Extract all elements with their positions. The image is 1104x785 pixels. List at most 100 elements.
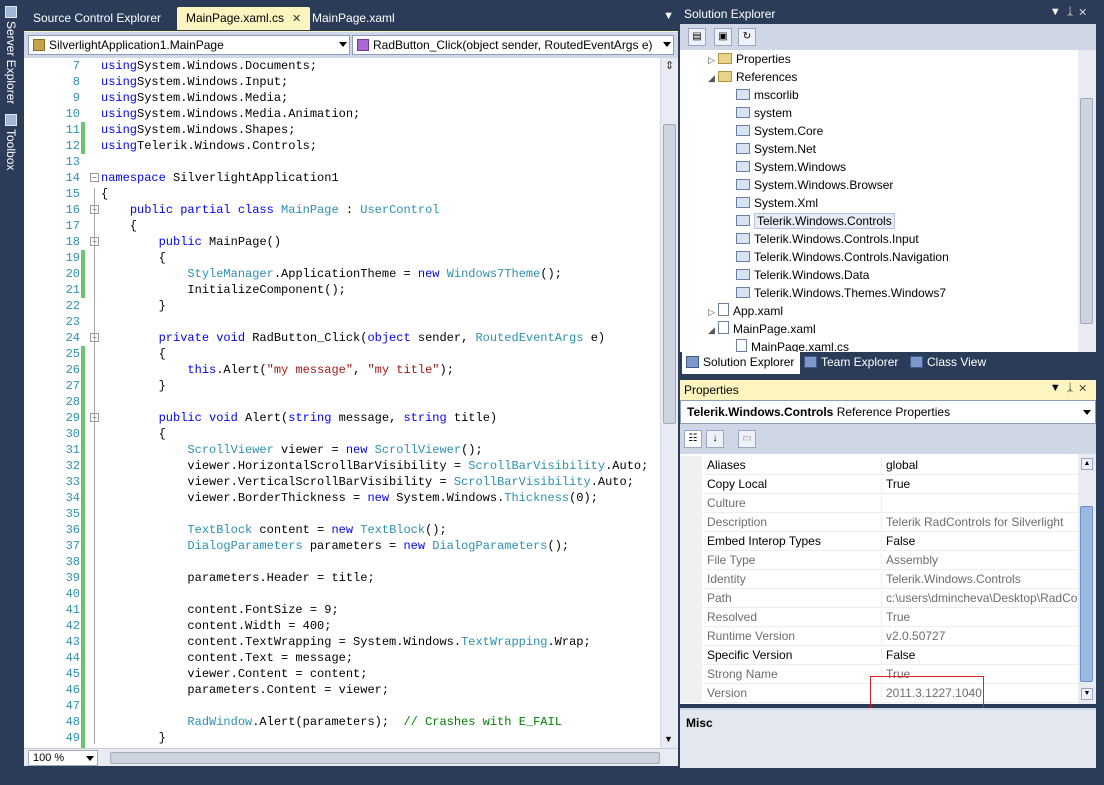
tree-scrollbar[interactable] — [1078, 50, 1096, 352]
property-pages-button[interactable]: ▭ — [738, 430, 756, 448]
tree-item[interactable]: System.Windows — [726, 158, 846, 176]
properties-view-button[interactable]: ▤ — [688, 28, 706, 46]
close-icon[interactable]: ✕ — [1079, 382, 1092, 394]
property-value[interactable]: True — [881, 477, 1077, 493]
close-icon[interactable]: ✕ — [292, 13, 301, 25]
show-all-files-button[interactable]: ▣ — [714, 28, 732, 46]
refresh-button[interactable]: ↻ — [738, 28, 756, 46]
categorized-button[interactable]: ☷ — [684, 430, 702, 448]
scroll-up-icon[interactable]: ▲ — [1081, 458, 1093, 470]
scroll-thumb[interactable] — [1080, 506, 1093, 682]
tree-item-label: References — [736, 70, 798, 84]
expander-icon[interactable]: ◢ — [708, 321, 718, 339]
alphabetical-button[interactable]: ↓ — [706, 430, 724, 448]
property-row[interactable]: Culture — [680, 494, 1078, 513]
code-line: content.Text = message; — [101, 650, 353, 666]
scroll-down-icon[interactable]: ▼ — [1081, 688, 1093, 700]
code-token: parameters = — [302, 539, 404, 553]
server-explorer-tab[interactable]: Server Explorer — [2, 4, 20, 104]
property-row[interactable]: Specific Version False — [680, 646, 1078, 665]
tree-item[interactable]: Telerik.Windows.Themes.Windows7 — [726, 284, 946, 302]
scroll-thumb[interactable] — [1080, 98, 1093, 324]
tab-source-control-explorer[interactable]: Source Control Explorer — [24, 7, 170, 30]
code-line: usingSystem.Windows.Documents; — [101, 58, 317, 74]
tree-item[interactable]: System.Core — [726, 122, 823, 140]
tree-item-label: System.Core — [754, 124, 824, 138]
tab-dropdown-icon[interactable]: ▼ — [663, 10, 674, 22]
horizontal-scroll-thumb[interactable] — [110, 752, 660, 764]
property-row[interactable]: Copy Local True — [680, 475, 1078, 494]
line-number: 41 — [65, 603, 80, 617]
chevron-down-icon — [663, 42, 671, 47]
reference-icon — [736, 287, 750, 298]
tab-team-explorer[interactable]: Team Explorer — [800, 352, 904, 374]
property-object-combo[interactable]: Telerik.Windows.Controls Reference Prope… — [680, 400, 1096, 424]
property-value[interactable]: False — [881, 534, 1077, 550]
property-value[interactable]: False — [881, 648, 1077, 664]
tree-item[interactable]: mscorlib — [726, 86, 799, 104]
tree-item[interactable]: Telerik.Windows.Controls — [726, 212, 895, 230]
tree-item[interactable]: System.Net — [726, 140, 816, 158]
scroll-down-icon[interactable]: ▼ — [664, 734, 673, 744]
pin-icon[interactable]: ᛣ — [1067, 382, 1080, 394]
property-row[interactable]: Path c:\users\dmincheva\Desktop\RadCo — [680, 589, 1078, 608]
tree-item[interactable]: MainPage.xaml.cs — [726, 338, 849, 352]
tree-item[interactable]: ▷ Properties — [708, 50, 791, 68]
code-token: .Auto; — [605, 459, 649, 473]
code-token: TextBlock — [187, 523, 253, 537]
splitter-handle-icon[interactable]: ⇕ — [663, 60, 676, 74]
property-row[interactable]: Identity Telerik.Windows.Controls — [680, 570, 1078, 589]
scroll-thumb[interactable] — [663, 124, 676, 424]
code-token: TextWrapping — [461, 635, 548, 649]
code-line: usingSystem.Windows.Media; — [101, 90, 288, 106]
tab-solution-explorer[interactable]: Solution Explorer — [682, 352, 801, 374]
tree-item[interactable]: ▷ App.xaml — [708, 302, 783, 320]
code-token: .Alert(parameters); — [252, 715, 404, 729]
code-token: viewer.Content = content; — [101, 667, 368, 681]
member-combo[interactable]: RadButton_Click(object sender, RoutedEve… — [352, 35, 674, 55]
tree-item[interactable]: ◢ References — [708, 68, 797, 86]
code-line: { — [101, 218, 137, 234]
solution-explorer-toolbar: ▤ ▣ ↻ — [680, 24, 1096, 50]
code-token: DialogParameters — [432, 539, 548, 553]
code-line: parameters.Content = viewer; — [101, 682, 389, 698]
editor-vertical-scrollbar[interactable]: ⇕ ▼ — [660, 58, 678, 748]
property-grid-scrollbar[interactable]: ▲ ▼ — [1078, 454, 1096, 704]
expander-icon[interactable]: ◢ — [708, 69, 718, 87]
expander-icon[interactable]: ▷ — [708, 51, 718, 69]
property-row[interactable]: Aliases global — [680, 456, 1078, 475]
expander-icon[interactable]: ▷ — [708, 303, 718, 321]
property-value[interactable]: global — [881, 458, 1077, 474]
tab-class-view[interactable]: Class View — [906, 352, 992, 374]
dropdown-icon[interactable]: ▼ — [1050, 382, 1067, 394]
property-margin — [680, 475, 702, 494]
property-margin — [680, 589, 702, 608]
toolbox-tab[interactable]: Toolbox — [2, 112, 20, 170]
code-area[interactable]: 7 8 9 10 11 12 13 14 15 16 17 18 19 20 21 22 23 24 25 26 27 2… — [24, 58, 678, 748]
tree-item[interactable]: system — [726, 104, 792, 122]
tree-item[interactable]: System.Xml — [726, 194, 818, 212]
tree-item[interactable]: System.Windows.Browser — [726, 176, 893, 194]
pin-icon[interactable]: ᛣ — [1067, 6, 1080, 18]
property-row[interactable]: File Type Assembly — [680, 551, 1078, 570]
tree-item[interactable]: Telerik.Windows.Controls.Navigation — [726, 248, 949, 266]
code-token: RoutedEventArgs — [475, 331, 584, 345]
tree-item-label: system — [754, 106, 793, 120]
code-token: .Alert( — [216, 363, 267, 377]
property-row[interactable]: Runtime Version v2.0.50727 — [680, 627, 1078, 646]
dropdown-icon[interactable]: ▼ — [1050, 6, 1067, 18]
tab-mainpage-xaml-cs[interactable]: MainPage.xaml.cs ✕ — [177, 7, 311, 30]
property-row[interactable]: Embed Interop Types False — [680, 532, 1078, 551]
properties-toolbar: ☷ ↓ ▭ — [680, 424, 1096, 454]
property-row[interactable]: Description Telerik RadControls for Silve… — [680, 513, 1078, 532]
tree-item[interactable]: ◢ MainPage.xaml — [708, 320, 816, 338]
type-combo[interactable]: SilverlightApplication1.MainPage — [28, 35, 350, 55]
tree-item[interactable]: Telerik.Windows.Controls.Input — [726, 230, 919, 248]
tab-mainpage-xaml[interactable]: MainPage.xaml — [303, 7, 404, 30]
tree-item[interactable]: Telerik.Windows.Data — [726, 266, 869, 284]
property-row[interactable]: Resolved True — [680, 608, 1078, 627]
code-line: public void Alert(string message, string… — [101, 410, 498, 426]
zoom-combo[interactable]: 100 % — [28, 750, 98, 766]
fold-toggle-icon[interactable]: − — [90, 173, 99, 182]
close-icon[interactable]: ✕ — [1079, 6, 1092, 18]
